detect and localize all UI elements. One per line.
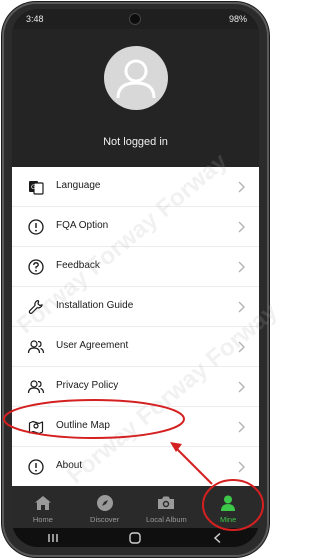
- nav-label: Discover: [90, 515, 120, 524]
- users-icon: [27, 380, 45, 394]
- menu-item-privacy-policy[interactable]: Privacy Policy: [12, 367, 259, 407]
- info-circle-icon: [28, 459, 44, 475]
- menu-item-label: Privacy Policy: [56, 380, 119, 391]
- compass-icon: [96, 495, 113, 511]
- chevron-right-icon: [238, 261, 245, 273]
- nav-mine[interactable]: Mine: [197, 486, 259, 528]
- login-status[interactable]: Not logged in: [12, 136, 259, 148]
- system-nav-bar: [12, 528, 259, 547]
- menu-item-user-agreement[interactable]: User Agreement: [12, 327, 259, 367]
- chevron-right-icon: [238, 381, 245, 393]
- screen: 3:48 98% Not logged in G Language FQA Op…: [12, 9, 259, 547]
- phone-frame: 3:48 98% Not logged in G Language FQA Op…: [2, 2, 269, 557]
- chevron-right-icon: [238, 461, 245, 473]
- language-icon: G: [29, 181, 44, 195]
- chevron-right-icon: [238, 341, 245, 353]
- profile-header: Not logged in: [12, 29, 259, 167]
- camera-icon: [158, 496, 175, 509]
- status-battery: 98%: [228, 14, 247, 24]
- home-icon: [34, 496, 51, 510]
- menu-item-feedback[interactable]: Feedback: [12, 247, 259, 287]
- menu-item-label: User Agreement: [56, 340, 129, 351]
- menu-item-fqa-option[interactable]: FQA Option: [12, 207, 259, 247]
- chevron-right-icon: [238, 421, 245, 433]
- recent-apps-icon[interactable]: [46, 532, 60, 544]
- chevron-right-icon: [238, 181, 245, 193]
- chevron-right-icon: [238, 221, 245, 233]
- bottom-nav: Home Discover Local Album Mine: [12, 486, 259, 528]
- menu-item-outline-map[interactable]: Outline Map: [12, 407, 259, 447]
- info-circle-icon: [28, 219, 44, 235]
- user-placeholder-icon: [116, 59, 156, 99]
- nav-label: Mine: [219, 515, 237, 524]
- menu-item-label: About: [56, 460, 83, 471]
- question-circle-icon: [28, 259, 44, 275]
- wrench-icon: [28, 299, 43, 314]
- settings-menu: G Language FQA Option Feedback Installat…: [12, 167, 259, 486]
- status-time: 3:48: [26, 14, 44, 24]
- nav-label: Home: [32, 515, 53, 524]
- menu-item-label: Language: [56, 180, 101, 191]
- person-icon: [221, 495, 236, 511]
- menu-item-installation-guide[interactable]: Installation Guide: [12, 287, 259, 327]
- avatar[interactable]: [104, 46, 168, 110]
- map-pin-icon: [28, 420, 44, 435]
- menu-item-about[interactable]: About: [12, 447, 259, 487]
- nav-discover[interactable]: Discover: [74, 486, 136, 528]
- users-icon: [27, 340, 45, 354]
- nav-label: Local Album: [145, 515, 187, 524]
- menu-item-language[interactable]: G Language: [12, 167, 259, 207]
- front-camera: [130, 14, 140, 24]
- nav-local-album[interactable]: Local Album: [136, 486, 198, 528]
- nav-home[interactable]: Home: [12, 486, 74, 528]
- chevron-right-icon: [238, 301, 245, 313]
- svg-text:G: G: [31, 184, 36, 191]
- menu-item-label: Feedback: [56, 260, 100, 271]
- menu-item-label: Outline Map: [56, 420, 110, 431]
- menu-item-label: Installation Guide: [56, 300, 134, 311]
- back-icon[interactable]: [211, 532, 225, 544]
- menu-item-label: FQA Option: [56, 220, 109, 231]
- home-button-icon[interactable]: [128, 531, 142, 544]
